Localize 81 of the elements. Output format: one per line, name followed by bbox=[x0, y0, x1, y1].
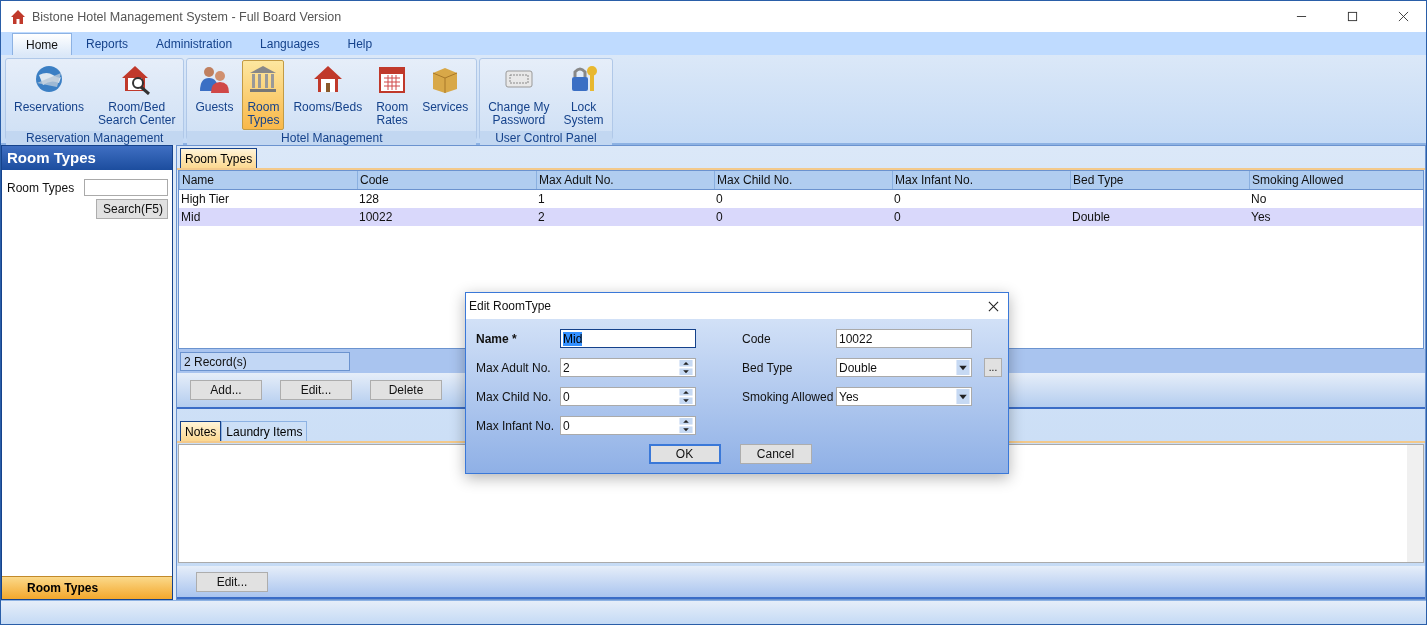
dropdown[interactable]: Double bbox=[836, 358, 972, 377]
ribbon-button[interactable]: Services bbox=[417, 60, 474, 130]
search-button[interactable]: Search(F5) bbox=[96, 199, 168, 219]
column-header[interactable]: Max Child No. bbox=[714, 171, 892, 189]
scrollbar[interactable] bbox=[1407, 445, 1423, 562]
column-header[interactable]: Smoking Allowed bbox=[1249, 171, 1423, 189]
ribbon-button[interactable]: Guests bbox=[190, 60, 239, 130]
column-header[interactable]: Max Infant No. bbox=[892, 171, 1070, 189]
table-cell-text: 0 bbox=[893, 192, 902, 206]
ribbon-button[interactable]: Change My Password bbox=[483, 60, 555, 130]
column-header[interactable]: Code bbox=[357, 171, 536, 189]
menu-tab[interactable]: Home bbox=[12, 33, 72, 55]
field-label: Smoking Allowed bbox=[742, 389, 835, 404]
field-label: Code bbox=[742, 331, 772, 346]
nav-button[interactable]: Room Types bbox=[2, 576, 172, 599]
spin-field[interactable]: 0 bbox=[560, 387, 696, 406]
spin-arrows-icon[interactable] bbox=[679, 360, 693, 375]
panel-title: Room Types bbox=[2, 146, 172, 170]
window-title: Bistone Hotel Management System - Full Board Version bbox=[32, 9, 342, 24]
menu-tab[interactable]: Reports bbox=[72, 33, 143, 55]
ribbon-button[interactable]: Reservations bbox=[9, 60, 90, 130]
action-button[interactable]: Add... bbox=[190, 380, 262, 400]
menu-tab[interactable]: Languages bbox=[246, 33, 334, 55]
table-cell-text: 128 bbox=[358, 192, 381, 206]
column-header[interactable]: Name bbox=[179, 171, 357, 189]
dropdown[interactable]: Yes bbox=[836, 387, 972, 406]
table-cell-text: Double bbox=[1071, 210, 1112, 224]
dialog-title: Edit RoomType bbox=[469, 299, 552, 313]
ribbon-button[interactable]: Room/Bed Search Center bbox=[93, 60, 181, 130]
table-row[interactable]: Mid 10022 2 0 0 Double Yes bbox=[179, 208, 1423, 226]
search-field[interactable] bbox=[84, 179, 168, 196]
action-button[interactable]: Edit... bbox=[280, 380, 352, 400]
browse-button[interactable]: ... bbox=[984, 358, 1002, 377]
group-label: User Control Panel bbox=[480, 131, 612, 145]
action-button[interactable]: Delete bbox=[370, 380, 442, 400]
menu-tab[interactable]: Administration bbox=[142, 33, 247, 55]
table-cell-text: Yes bbox=[1250, 210, 1272, 224]
table-cell-text: No bbox=[1250, 192, 1268, 206]
spin-field[interactable]: 2 bbox=[560, 358, 696, 377]
close-icon[interactable] bbox=[1398, 11, 1409, 22]
field-label: Max Child No. bbox=[476, 389, 553, 404]
house-search-icon bbox=[120, 63, 153, 95]
table-row[interactable]: High Tier 128 1 0 0 No bbox=[179, 190, 1423, 208]
spin-arrows-icon[interactable] bbox=[679, 418, 693, 433]
table-cell-text: 0 bbox=[715, 192, 724, 206]
group-label: Hotel Management bbox=[187, 131, 477, 145]
maximize-icon[interactable] bbox=[1347, 11, 1358, 22]
globe-icon bbox=[33, 63, 65, 95]
tab[interactable]: Notes bbox=[180, 421, 222, 441]
field-label: Name * bbox=[476, 331, 518, 346]
spin-field[interactable]: 0 bbox=[560, 416, 696, 435]
ribbon-button[interactable]: Rooms/Beds bbox=[288, 60, 368, 130]
table-cell-text: High Tier bbox=[180, 192, 231, 206]
field-label: Max Infant No. bbox=[476, 418, 556, 433]
table-cell-text: 10022 bbox=[358, 210, 394, 224]
text-field[interactable]: Mid bbox=[560, 329, 696, 348]
field-label: Bed Type bbox=[742, 360, 794, 375]
dialog-button[interactable]: OK bbox=[648, 444, 721, 464]
table-cell-text: 1 bbox=[537, 192, 546, 206]
group-label: Reservation Management bbox=[6, 131, 184, 145]
dialog-button[interactable]: Cancel bbox=[739, 444, 812, 464]
ribbon-button[interactable]: Room Types bbox=[242, 60, 285, 130]
edit-button[interactable]: Edit... bbox=[196, 571, 268, 592]
house-icon bbox=[10, 8, 26, 25]
spin-arrows-icon[interactable] bbox=[679, 389, 693, 404]
tab[interactable]: Room Types bbox=[180, 148, 258, 168]
ribbon-button[interactable]: Lock System bbox=[558, 60, 609, 130]
tab[interactable]: Laundry Items bbox=[221, 421, 308, 441]
table-cell-text: 0 bbox=[715, 210, 724, 224]
ribbon-button[interactable]: Room Rates bbox=[371, 60, 414, 130]
column-header[interactable]: Bed Type bbox=[1070, 171, 1249, 189]
table-cell-text: Mid bbox=[180, 210, 202, 224]
field-label: Room Types bbox=[7, 180, 75, 195]
record-count: 2 Record(s) bbox=[180, 351, 350, 371]
menu-tab[interactable]: Help bbox=[333, 33, 387, 55]
column-header[interactable]: Max Adult No. bbox=[536, 171, 714, 189]
text-field[interactable]: 10022 bbox=[836, 329, 972, 348]
table-cell-text: 0 bbox=[893, 210, 902, 224]
field-label: Max Adult No. bbox=[476, 360, 552, 375]
table-cell-text: 2 bbox=[537, 210, 546, 224]
close-icon[interactable] bbox=[988, 300, 999, 312]
